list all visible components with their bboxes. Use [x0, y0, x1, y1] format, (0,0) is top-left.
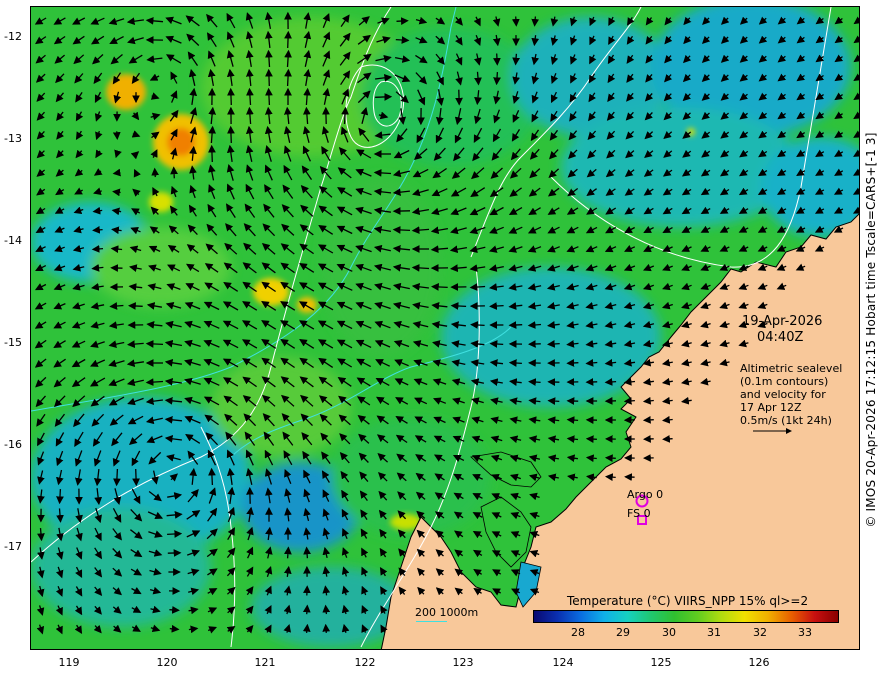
depth-scale-label: 200 1000m	[415, 606, 479, 619]
velocity-arrow	[547, 340, 560, 348]
velocity-arrow	[604, 454, 616, 462]
velocity-arrow	[375, 93, 393, 101]
velocity-arrow	[493, 53, 501, 66]
velocity-arrow	[145, 340, 164, 348]
velocity-arrow	[169, 624, 180, 633]
lat-tick: -15	[4, 336, 22, 349]
map-date: 19-Apr-2026	[742, 314, 823, 329]
velocity-arrow	[128, 302, 143, 310]
fs-label: FS 0	[627, 507, 651, 520]
credit-line: © IMOS 20-Apr-2026 17:12:15 Hobart time …	[862, 10, 880, 650]
velocity-arrow	[470, 321, 485, 329]
velocity-arrow	[284, 68, 292, 87]
velocity-arrow	[322, 604, 331, 615]
velocity-arrow	[208, 467, 216, 486]
velocity-arrow	[508, 359, 522, 367]
velocity-arrow	[227, 125, 235, 144]
velocity-arrow	[112, 131, 121, 140]
colorbar-tick: 28	[571, 626, 585, 639]
velocity-arrow	[395, 36, 410, 44]
velocity-arrow	[167, 530, 183, 538]
velocity-arrow	[56, 489, 64, 505]
velocity-arrow	[169, 605, 180, 614]
velocity-arrow	[91, 244, 104, 253]
lon-tick: 120	[156, 656, 178, 669]
velocity-arrow	[528, 378, 541, 386]
velocity-arrow	[450, 302, 467, 310]
velocity-arrow	[284, 30, 292, 49]
velocity-arrow	[566, 359, 579, 367]
velocity-arrow	[531, 16, 540, 27]
velocity-arrow	[151, 167, 160, 178]
velocity-arrow	[284, 546, 292, 559]
velocity-arrow	[604, 378, 617, 386]
lat-tick: -17	[4, 540, 22, 553]
velocity-arrow	[431, 283, 448, 291]
velocity-arrow	[566, 416, 579, 424]
velocity-arrow	[489, 340, 504, 348]
velocity-arrow	[511, 16, 520, 27]
credit-text: © IMOS 20-Apr-2026 17:12:15 Hobart time …	[864, 132, 878, 528]
colorbar-tick: 33	[798, 626, 812, 639]
sst-map	[30, 6, 860, 650]
lon-tick: 121	[254, 656, 276, 669]
velocity-arrow	[302, 604, 311, 615]
velocity-arrow	[623, 396, 635, 405]
colorbar-tick: 30	[662, 626, 676, 639]
argo-label: Argo 0	[627, 488, 664, 501]
lon-tick: 126	[748, 656, 770, 669]
colorbar-tick: 31	[707, 626, 721, 639]
velocity-arrow	[265, 68, 273, 87]
depth-scale-line	[416, 621, 447, 622]
velocity-arrow	[92, 225, 103, 234]
velocity-arrow	[392, 226, 411, 234]
lat-tick: -16	[4, 438, 22, 451]
map-time: 04:40Z	[757, 330, 804, 345]
velocity-arrow	[396, 17, 409, 25]
lon-tick: 124	[552, 656, 574, 669]
lon-tick: 123	[452, 656, 474, 669]
velocity-arrow	[508, 321, 523, 329]
velocity-arrow	[547, 397, 560, 405]
lat-tick: -12	[4, 30, 22, 43]
velocity-arrow	[493, 72, 501, 86]
temperature-colorbar	[533, 610, 839, 623]
velocity-arrow	[170, 166, 178, 179]
colorbar-tick: 32	[753, 626, 767, 639]
velocity-arrow	[322, 623, 331, 633]
velocity-arrow	[605, 473, 616, 482]
lat-tick: -14	[4, 234, 22, 247]
colorbar-tick: 29	[616, 626, 630, 639]
velocity-arrow	[303, 546, 311, 559]
lat-tick: -13	[4, 132, 22, 145]
velocity-arrow	[132, 468, 140, 487]
lon-tick: 122	[354, 656, 376, 669]
velocity-arrow	[302, 623, 311, 633]
lon-tick: 119	[58, 656, 80, 669]
velocity-arrow	[265, 87, 273, 106]
altimetry-info: Altimetric sealevel (0.1m contours) and …	[740, 362, 843, 427]
velocity-arrow	[642, 416, 654, 424]
velocity-arrow	[208, 144, 216, 163]
colorbar-title: Temperature (°C) VIIRS_NPP 15% ql>=2	[567, 594, 809, 608]
lon-tick: 125	[650, 656, 672, 669]
velocity-arrow	[113, 468, 121, 487]
velocity-arrow	[227, 87, 235, 106]
velocity-arrow	[585, 435, 597, 443]
velocity-arrow	[489, 302, 504, 310]
velocity-arrow	[512, 53, 520, 66]
velocity-arrow	[662, 434, 673, 443]
